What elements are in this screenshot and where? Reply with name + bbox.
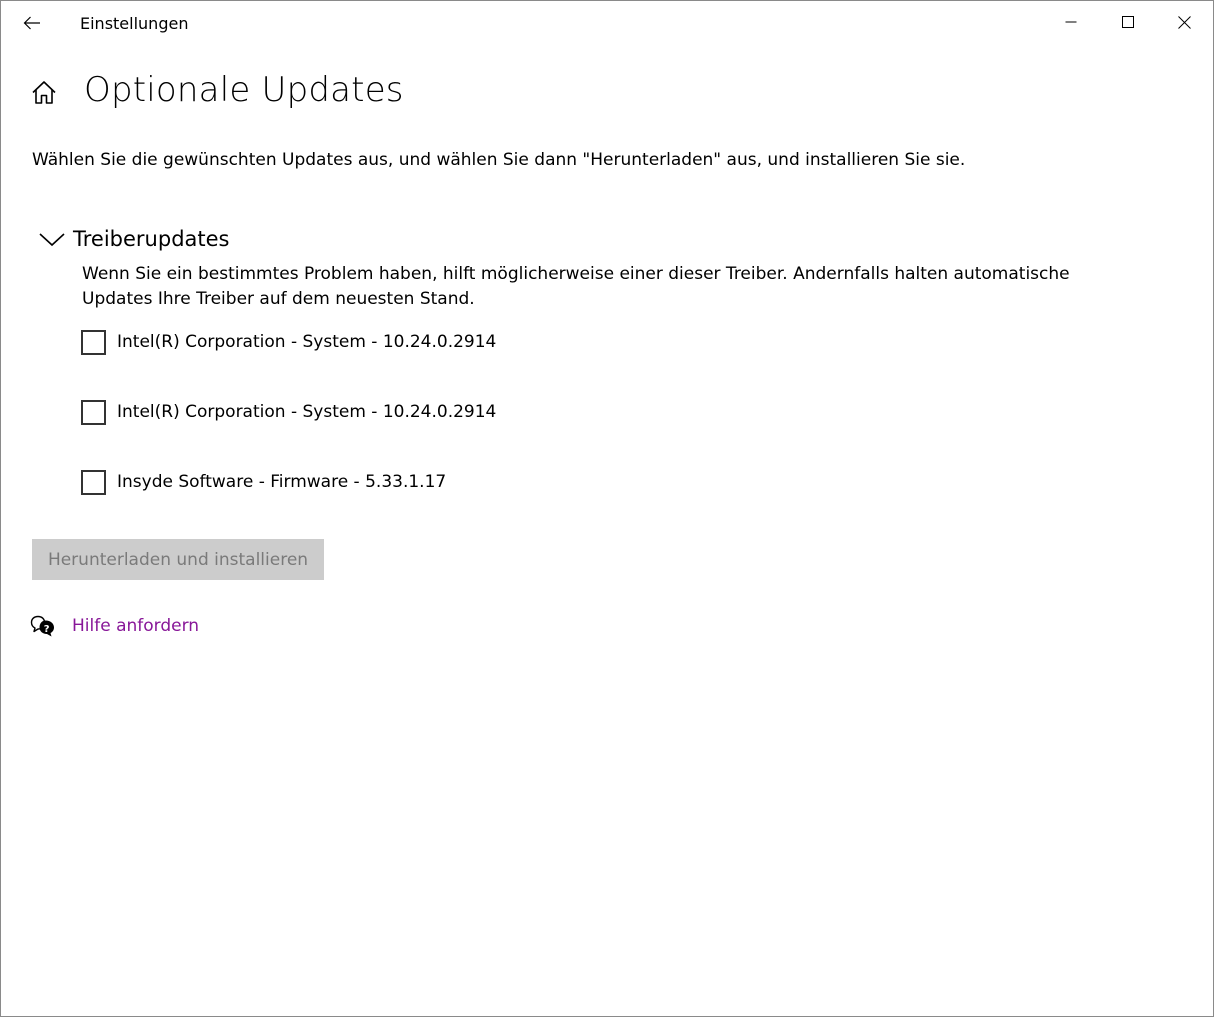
update-item[interactable]: Intel(R) Corporation - System - 10.24.0.…	[81, 329, 496, 355]
update-checkbox[interactable]	[81, 469, 106, 495]
home-button[interactable]	[30, 79, 58, 107]
minimize-icon	[1065, 21, 1076, 23]
close-button[interactable]	[1156, 1, 1213, 43]
section-description: Wenn Sie ein bestimmtes Problem haben, h…	[82, 264, 1070, 309]
arrow-left-icon	[23, 16, 40, 30]
update-label: Intel(R) Corporation - System - 10.24.0.…	[117, 402, 497, 422]
maximize-button[interactable]	[1099, 1, 1156, 43]
update-label: Intel(R) Corporation - System - 10.24.0.…	[117, 332, 497, 352]
maximize-icon	[1121, 16, 1134, 28]
help-row: ? Hilfe anfordern	[30, 612, 199, 640]
download-install-button[interactable]: Herunterladen und installieren	[32, 539, 324, 580]
help-link[interactable]: Hilfe anfordern	[72, 616, 199, 636]
update-checkbox[interactable]	[81, 329, 106, 355]
intro-text: Wählen Sie die gewünschten Updates aus, …	[32, 150, 966, 170]
title-bar: Einstellungen	[1, 1, 1213, 47]
driver-updates-toggle[interactable]: Treiberupdates	[37, 223, 230, 255]
page-title: Optionale Updates	[84, 70, 404, 110]
help-chat-icon: ?	[30, 615, 54, 637]
app-title: Einstellungen	[80, 14, 189, 33]
settings-window: Einstellungen Optionale Updates Wählen S…	[0, 0, 1214, 1017]
update-item[interactable]: Intel(R) Corporation - System - 10.24.0.…	[81, 399, 496, 425]
svg-text:?: ?	[44, 624, 50, 635]
home-icon	[32, 81, 56, 104]
section-title: Treiberupdates	[73, 227, 230, 251]
update-checkbox[interactable]	[81, 399, 106, 425]
chevron-down-icon	[37, 229, 67, 249]
update-label: Insyde Software - Firmware - 5.33.1.17	[117, 472, 447, 492]
back-button[interactable]	[1, 1, 63, 45]
update-item[interactable]: Insyde Software - Firmware - 5.33.1.17	[81, 469, 446, 495]
close-icon	[1178, 15, 1191, 29]
minimize-button[interactable]	[1042, 1, 1099, 43]
